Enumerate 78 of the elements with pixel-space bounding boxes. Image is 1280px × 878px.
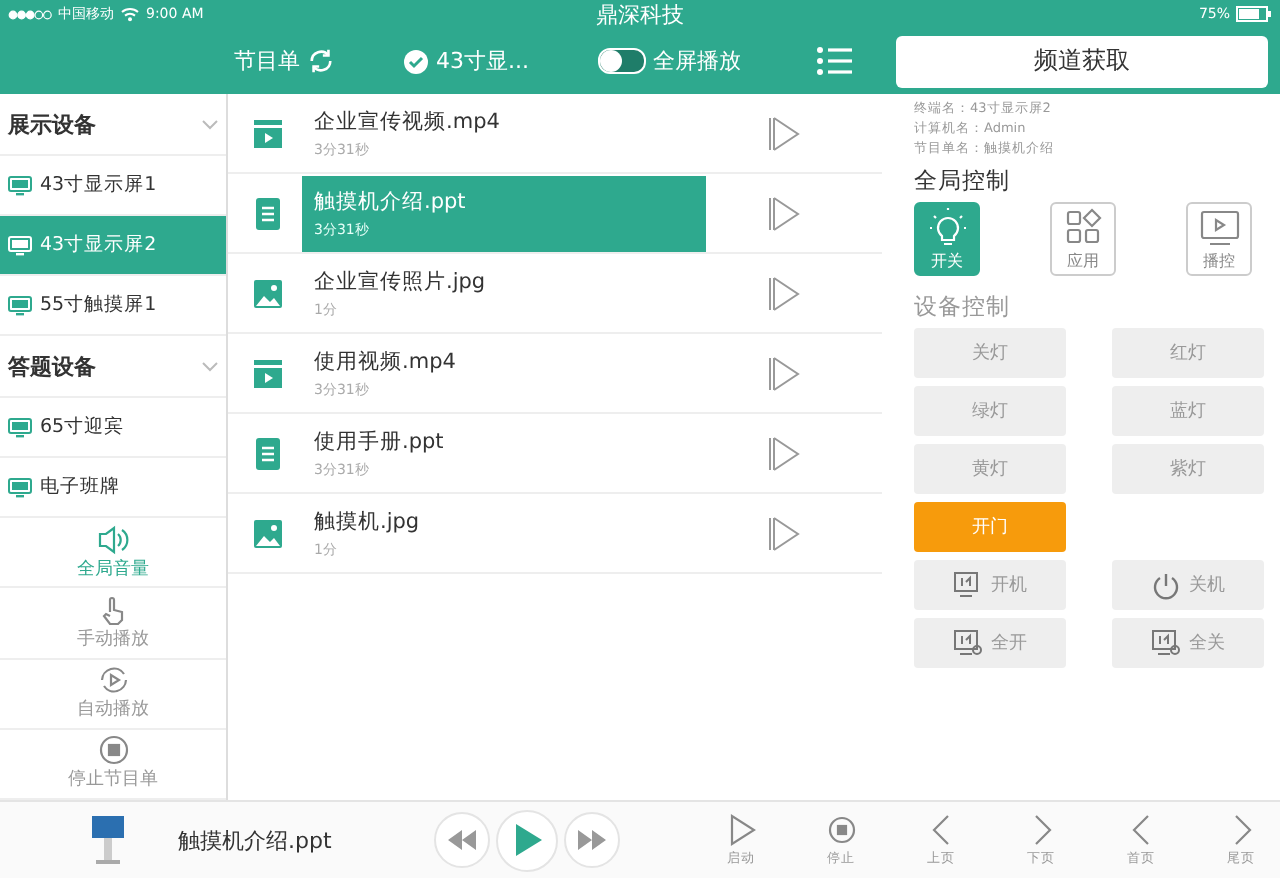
sidebar-action[interactable]: 全局音量 [0, 518, 226, 589]
group-title: 答题设备 [8, 351, 96, 381]
signal-icon [8, 9, 52, 19]
fullscreen-label: 全屏播放 [653, 46, 741, 76]
device-name: 43寸显... [436, 46, 529, 76]
play-icon[interactable] [768, 435, 800, 471]
device-control-button[interactable]: 开机 [914, 560, 1066, 610]
fast-forward-icon [578, 830, 606, 850]
file-type-icon [252, 437, 284, 469]
menu-icon[interactable] [816, 46, 852, 76]
kiosk-icon [90, 814, 126, 866]
wifi-icon [120, 6, 140, 22]
playlist-button[interactable]: 节目单 [234, 46, 334, 76]
file-type-icon [252, 277, 284, 309]
device-item[interactable]: 65寸迎宾 [0, 398, 226, 458]
device-item[interactable]: 43寸显示屏2 [0, 216, 226, 276]
monitor-icon [8, 477, 32, 497]
file-type-icon [252, 357, 284, 389]
monitor-icon [8, 235, 32, 255]
section-title: 设备控制 [914, 292, 1012, 322]
device-control-button[interactable]: 蓝灯 [1112, 386, 1264, 436]
monitor-play-icon [1199, 207, 1239, 247]
play-icon[interactable] [768, 115, 800, 151]
play-icon[interactable] [768, 355, 800, 391]
sidebar-action[interactable]: 手动播放 [0, 588, 226, 659]
global-control-button[interactable]: 开关 [914, 202, 980, 276]
device-control-button[interactable]: 紫灯 [1112, 444, 1264, 494]
battery-icon [1236, 6, 1272, 22]
device-item[interactable]: 55寸触摸屏1 [0, 276, 226, 336]
device-control-button[interactable]: 关灯 [914, 328, 1066, 378]
now-playing-title: 触摸机介绍.ppt [178, 825, 334, 855]
group-title: 展示设备 [8, 109, 96, 139]
app-title: 鼎深科技 [594, 0, 686, 29]
sidebar-action[interactable]: 自动播放 [0, 659, 226, 730]
play-icon[interactable] [768, 195, 800, 231]
stop-icon [827, 813, 855, 845]
rewind-icon [448, 830, 476, 850]
fullscreen-toggle[interactable] [597, 48, 645, 74]
file-type-icon [252, 117, 284, 149]
global-control-button[interactable]: 播控 [1186, 202, 1252, 276]
play-icon[interactable] [768, 515, 800, 551]
stop-icon [95, 734, 131, 767]
chevron-icon[interactable] [202, 119, 218, 129]
refresh-icon [308, 48, 334, 74]
power-icon [1151, 571, 1179, 599]
section-title: 全局控制 [914, 166, 1012, 196]
monitor-icon [953, 630, 981, 656]
rewind-button[interactable] [434, 812, 490, 868]
device-control-button[interactable]: 红灯 [1112, 328, 1264, 378]
fast-forward-button[interactable] [564, 812, 620, 868]
monitor-icon [953, 572, 981, 598]
device-control-button[interactable]: 全关 [1112, 618, 1264, 668]
device-control-button[interactable]: 关机 [1112, 560, 1264, 610]
file-type-icon [252, 517, 284, 549]
speaker-icon [95, 523, 131, 556]
device-control-button[interactable]: 全开 [914, 618, 1066, 668]
autoplay-icon [95, 664, 131, 697]
monitor-icon [8, 295, 32, 315]
monitor-icon [1151, 630, 1179, 656]
global-control-button[interactable]: 应用 [1050, 202, 1116, 276]
monitor-icon [8, 175, 32, 195]
apps-icon [1063, 207, 1103, 247]
monitor-icon [8, 417, 32, 437]
play-icon [513, 824, 541, 856]
fetch-channel-button[interactable]: 频道获取 [896, 35, 1268, 87]
chevron-left-icon [927, 813, 955, 845]
chevron-left-icon [1127, 813, 1155, 845]
check-icon [404, 49, 428, 73]
device-item[interactable]: 电子班牌 [0, 458, 226, 518]
device-control-button[interactable]: 开门 [914, 502, 1066, 552]
play-icon [727, 813, 755, 845]
chevron-icon[interactable] [202, 361, 218, 371]
device-control-button[interactable]: 绿灯 [914, 386, 1066, 436]
bulb-icon [927, 207, 967, 247]
device-control-button[interactable]: 黄灯 [914, 444, 1066, 494]
file-type-icon [252, 197, 284, 229]
play-icon[interactable] [768, 275, 800, 311]
play-button[interactable] [496, 809, 558, 871]
